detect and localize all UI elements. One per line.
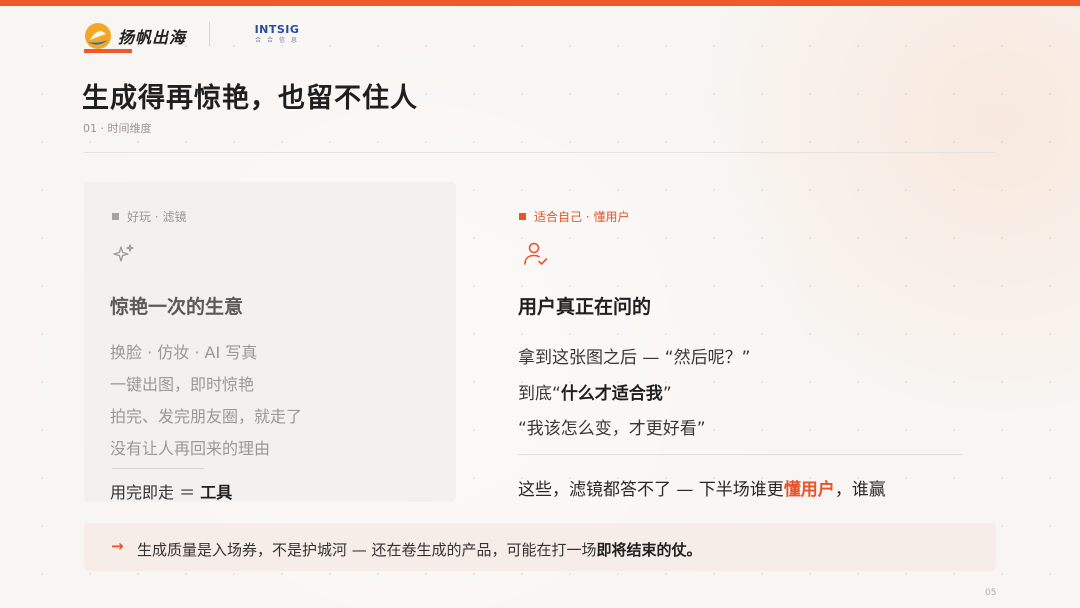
right-card-footer: 这些，滤镜都答不了 — 下半场谁更懂用户，谁赢 xyxy=(518,475,886,500)
left-card-line: 没有让人再回来的理由 xyxy=(110,439,271,458)
left-card-heading: 惊艳一次的生意 xyxy=(110,296,244,318)
right-card-line: “我该怎么变，才更好看” xyxy=(518,419,706,439)
right-card-line: 拿到这张图之后 — “然后呢？” xyxy=(518,348,751,368)
page-number: 05 xyxy=(985,588,997,598)
left-card-line: 换脸 · 仿妆 · AI 写真 xyxy=(110,343,258,362)
right-card-footer-highlight: 懂用户 xyxy=(783,480,835,500)
right-card-footer-suffix: ，谁赢 xyxy=(834,480,886,500)
sparkle-icon xyxy=(112,242,136,266)
arrow-right-icon: → xyxy=(111,537,124,555)
accent-top-bar xyxy=(0,0,1080,6)
sail-logo-icon xyxy=(84,22,112,50)
partner-logo: INTSIG 合 合 信 息 xyxy=(254,24,300,46)
partner-logo-subtext: 合 合 信 息 xyxy=(255,37,299,44)
brand-logo-text: 扬帆出海 xyxy=(118,28,187,47)
left-card-line: 拍完、发完朋友圈，就走了 xyxy=(110,407,303,426)
right-card-divider xyxy=(518,454,962,455)
left-card-line: 一键出图，即时惊艳 xyxy=(110,375,255,394)
callout-text-emphasis: 即将结束的仗。 xyxy=(596,541,702,559)
tag-square-icon xyxy=(519,213,526,220)
callout-text-prefix: 生成质量是入场券，不是护城河 — 还在卷生成的产品，可能在打一场 xyxy=(137,541,597,559)
brand-logo-underline xyxy=(84,49,132,53)
callout-text: 生成质量是入场券，不是护城河 — 还在卷生成的产品，可能在打一场即将结束的仗。 xyxy=(137,539,702,560)
left-card-tag: 好玩 · 滤镜 xyxy=(112,208,186,225)
title-divider xyxy=(84,152,996,153)
partner-logo-name: INTSIG xyxy=(254,23,300,36)
logo-divider xyxy=(209,22,210,46)
right-card-tag-label: 适合自己 · 懂用户 xyxy=(534,210,630,224)
left-card-footer-prefix: 用完即走 ＝ xyxy=(110,483,201,502)
right-card-line: 到底“什么才适合我” xyxy=(518,379,672,404)
right-card-tag: 适合自己 · 懂用户 xyxy=(519,208,629,225)
right-card-line-emphasis: 什么才适合我 xyxy=(560,384,663,404)
left-card-footer-emphasis: 工具 xyxy=(200,483,233,502)
right-card-line-prefix: 到底“ xyxy=(518,384,561,404)
left-card-footer: 用完即走 ＝ 工具 xyxy=(110,479,232,503)
slide-title: 生成得再惊艳，也留不住人 xyxy=(82,83,418,114)
user-check-icon xyxy=(522,240,550,268)
tag-square-icon xyxy=(112,213,119,220)
right-card-heading: 用户真正在问的 xyxy=(518,296,652,318)
slide-subtitle: 01 · 时间维度 xyxy=(83,122,152,135)
right-card-line-suffix: ” xyxy=(662,384,672,404)
left-card-tag-label: 好玩 · 滤镜 xyxy=(127,210,187,224)
right-card-footer-prefix: 这些，滤镜都答不了 — 下半场谁更 xyxy=(518,480,784,500)
left-card-divider xyxy=(112,468,204,469)
